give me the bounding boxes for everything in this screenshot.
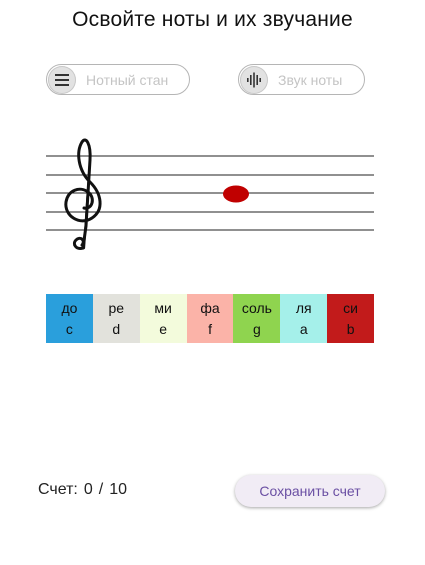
sound-toggle[interactable]: Звук ноты bbox=[238, 64, 365, 95]
note-name-ru: си bbox=[343, 299, 358, 316]
note-button-b[interactable]: си b bbox=[327, 294, 375, 343]
note-button-d[interactable]: ре d bbox=[92, 294, 140, 343]
note-button-a[interactable]: ля a bbox=[280, 294, 328, 343]
note-name-ru: фа bbox=[200, 299, 220, 316]
note-name-ru: ми bbox=[154, 299, 172, 316]
note-name-ru: ля bbox=[295, 299, 312, 316]
score-display: Счет: 0 / 10 bbox=[38, 481, 127, 499]
staff-toggle-label: Нотный стан bbox=[86, 71, 169, 88]
note-name-ru: соль bbox=[241, 299, 272, 316]
note-button-e[interactable]: ми e bbox=[139, 294, 187, 343]
sound-wave-icon bbox=[240, 65, 268, 94]
score-total: 10 bbox=[109, 481, 128, 498]
music-staff bbox=[46, 130, 374, 260]
note-head bbox=[223, 185, 249, 203]
note-buttons-row: до c ре d ми e фа f соль g ля a си b bbox=[46, 294, 375, 343]
note-name-ru: до bbox=[61, 299, 78, 316]
note-name-en: g bbox=[252, 320, 261, 337]
note-name-en: e bbox=[159, 320, 168, 337]
staff-toggle[interactable]: Нотный стан bbox=[46, 64, 190, 95]
note-name-en: d bbox=[112, 320, 121, 337]
note-name-en: c bbox=[65, 320, 73, 337]
note-name-en: b bbox=[346, 320, 355, 337]
page-title: Освойте ноты и их звучание bbox=[72, 8, 353, 31]
note-button-g[interactable]: соль g bbox=[233, 294, 281, 343]
score-current: 0 bbox=[83, 481, 93, 498]
score-label: Счет: bbox=[38, 481, 78, 498]
note-name-ru: ре bbox=[108, 299, 125, 316]
note-name-en: a bbox=[299, 320, 308, 337]
save-score-button[interactable]: Сохранить счет bbox=[235, 475, 385, 507]
note-button-c[interactable]: до c bbox=[46, 294, 93, 343]
note-name-en: f bbox=[208, 320, 212, 337]
sound-toggle-label: Звук ноты bbox=[278, 71, 343, 88]
note-button-f[interactable]: фа f bbox=[186, 294, 234, 343]
menu-lines-icon bbox=[48, 65, 76, 94]
score-separator: / bbox=[98, 481, 104, 498]
